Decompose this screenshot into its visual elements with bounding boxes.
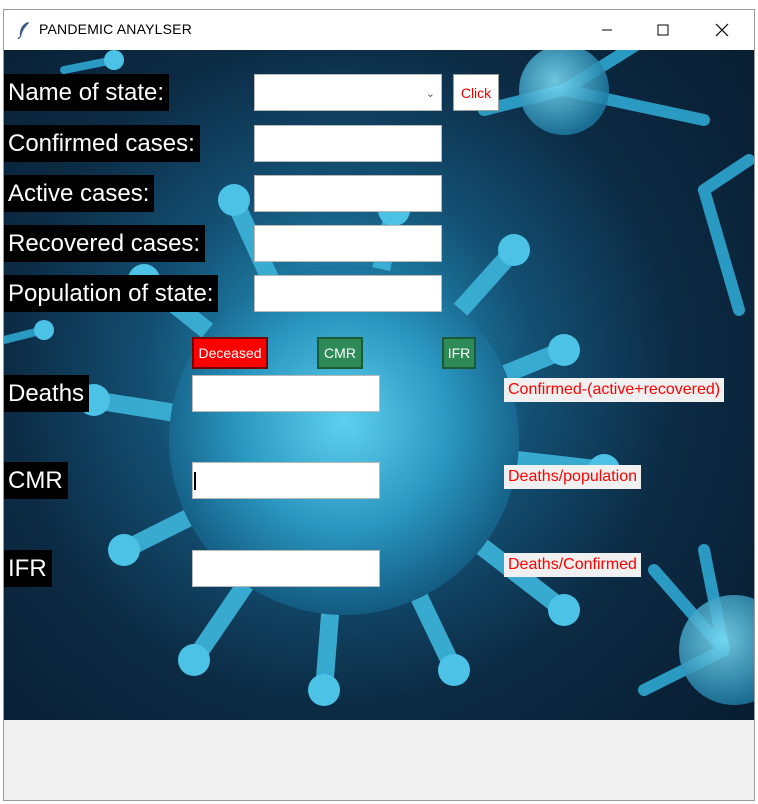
population-label: Population of state: bbox=[4, 275, 219, 312]
app-window: PANDEMIC ANAYLSER Name of state: ⌄ Click… bbox=[3, 9, 755, 801]
ifr-output[interactable] bbox=[192, 550, 380, 587]
confirmed-cases-input[interactable] bbox=[254, 125, 442, 162]
cmr-label: CMR bbox=[4, 462, 68, 499]
maximize-button[interactable] bbox=[635, 10, 691, 50]
window-title: PANDEMIC ANAYLSER bbox=[39, 21, 193, 37]
deaths-label: Deaths bbox=[4, 375, 90, 412]
deaths-formula-label: Confirmed-(active+recovered) bbox=[504, 378, 725, 402]
ifr-button[interactable]: IFR bbox=[442, 337, 476, 369]
feather-icon bbox=[16, 21, 32, 40]
click-button[interactable]: Click bbox=[453, 74, 499, 111]
chevron-down-icon[interactable]: ⌄ bbox=[426, 87, 435, 100]
cmr-button[interactable]: CMR bbox=[317, 337, 363, 369]
deceased-button[interactable]: Deceased bbox=[192, 337, 268, 369]
ifr-label: IFR bbox=[4, 550, 52, 587]
recovered-cases-label: Recovered cases: bbox=[4, 225, 206, 262]
state-name-label: Name of state: bbox=[4, 74, 170, 111]
confirmed-cases-label: Confirmed cases: bbox=[4, 125, 200, 162]
active-cases-label: Active cases: bbox=[4, 175, 155, 212]
title-bar: PANDEMIC ANAYLSER bbox=[4, 10, 754, 50]
minimize-button[interactable] bbox=[579, 10, 635, 50]
population-input[interactable] bbox=[254, 275, 442, 312]
cmr-output[interactable] bbox=[192, 462, 380, 499]
state-select[interactable]: ⌄ bbox=[254, 74, 442, 111]
active-cases-input[interactable] bbox=[254, 175, 442, 212]
recovered-cases-input[interactable] bbox=[254, 225, 442, 262]
virus-background-canvas: Name of state: ⌄ Click Confirmed cases: … bbox=[4, 50, 754, 720]
deaths-output[interactable] bbox=[192, 375, 380, 412]
cmr-formula-label: Deaths/population bbox=[504, 465, 641, 489]
ifr-formula-label: Deaths/Confirmed bbox=[504, 553, 641, 577]
text-cursor bbox=[194, 472, 196, 490]
close-button[interactable] bbox=[694, 10, 750, 50]
